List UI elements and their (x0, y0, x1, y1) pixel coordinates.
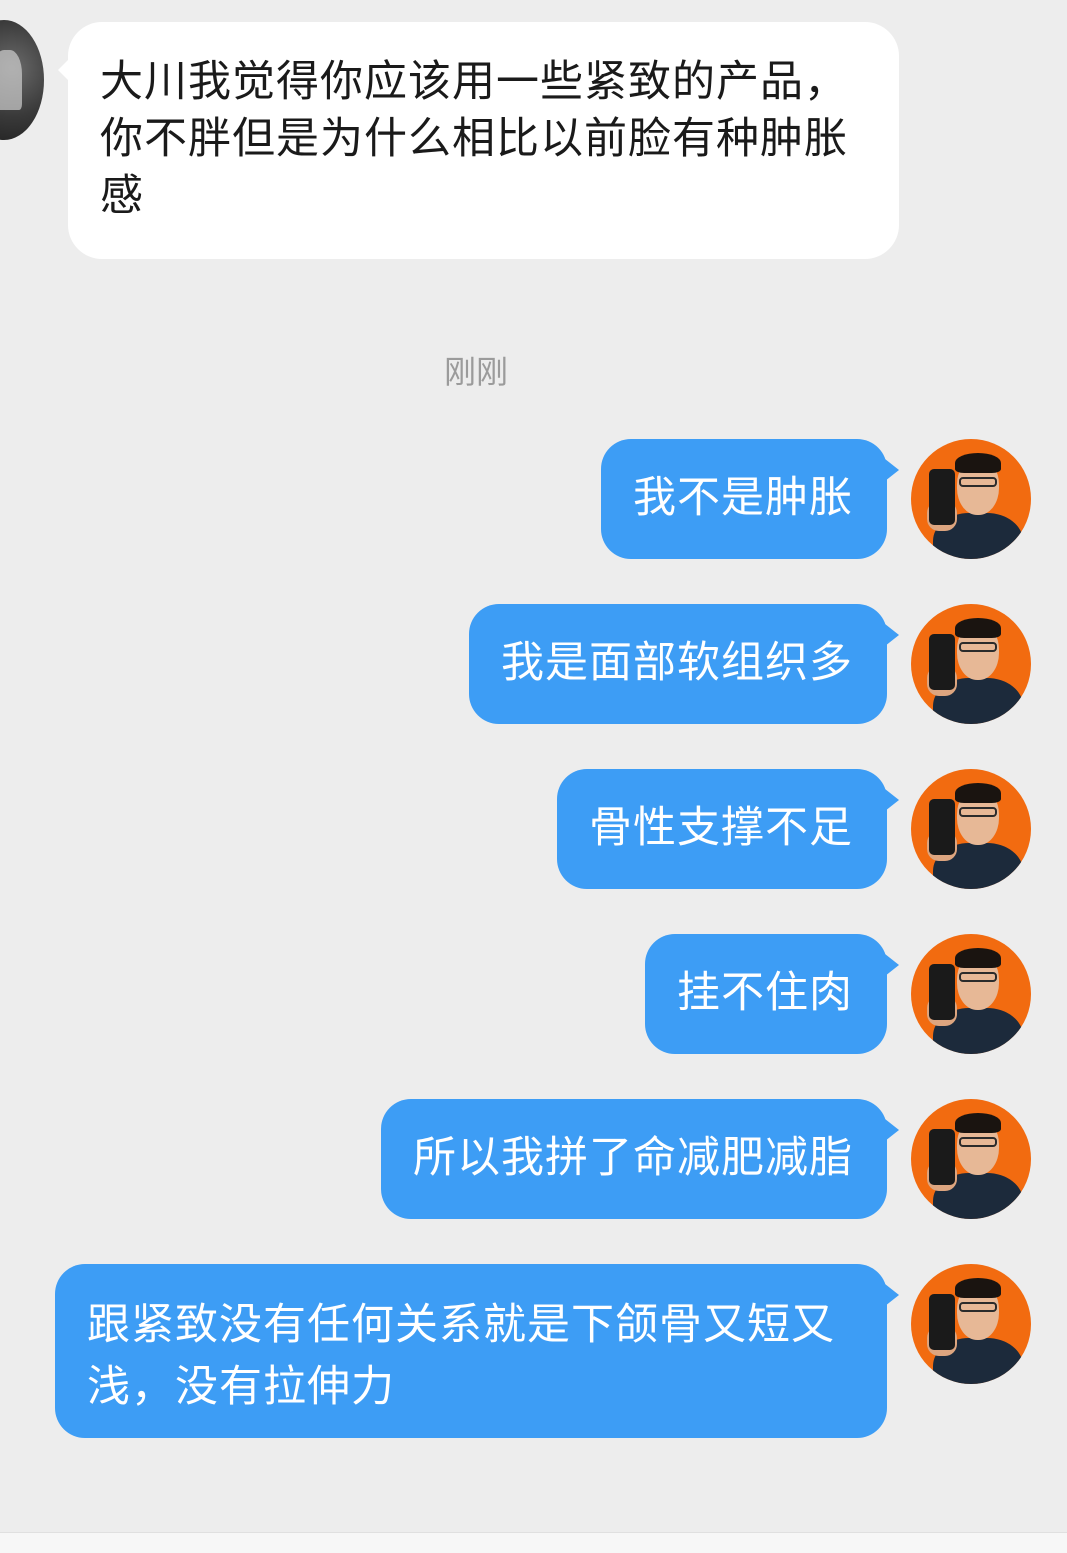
bottom-bar (0, 1532, 1067, 1553)
avatar-phone (929, 1294, 955, 1350)
outgoing-avatar[interactable] (911, 439, 1031, 559)
message-timestamp: 刚刚 (443, 353, 508, 391)
outgoing-avatar[interactable] (911, 934, 1031, 1054)
avatar-hair (955, 1113, 1001, 1133)
avatar-glasses (959, 1137, 997, 1147)
avatar-silhouette (0, 50, 22, 110)
outgoing-message-bubble[interactable]: 挂不住肉 (645, 934, 899, 1054)
outgoing-message-bubble[interactable]: 所以我拼了命减肥减脂 (381, 1099, 899, 1219)
outgoing-message-text: 跟紧致没有任何关系就是下颌骨又短又浅，没有拉伸力 (87, 1300, 835, 1412)
outgoing-message-text: 我不是肿胀 (633, 473, 853, 523)
incoming-message-bubble[interactable]: 大川我觉得你应该用一些紧致的产品，你不胖但是为什么相比以前脸有种肿胀感 (58, 22, 899, 259)
outgoing-message-text: 所以我拼了命减肥减脂 (413, 1133, 853, 1183)
outgoing-avatar[interactable] (911, 1264, 1031, 1384)
avatar-glasses (959, 477, 997, 487)
avatar-hair (955, 618, 1001, 638)
avatar-phone (929, 799, 955, 855)
avatar-phone (929, 634, 955, 690)
outgoing-message-text: 骨性支撑不足 (589, 803, 853, 853)
avatar-phone (929, 964, 955, 1020)
outgoing-message-bubble[interactable]: 骨性支撑不足 (557, 769, 899, 889)
outgoing-message-bubble[interactable]: 我不是肿胀 (601, 439, 899, 559)
avatar-hair (955, 453, 1001, 473)
outgoing-message-text: 挂不住肉 (677, 968, 853, 1018)
outgoing-avatar[interactable] (911, 604, 1031, 724)
avatar-glasses (959, 642, 997, 652)
outgoing-message-text: 我是面部软组织多 (501, 638, 853, 688)
chat-window: 大川我觉得你应该用一些紧致的产品，你不胖但是为什么相比以前脸有种肿胀感 刚刚 我… (0, 0, 1067, 1553)
outgoing-avatar[interactable] (911, 769, 1031, 889)
incoming-message-text: 大川我觉得你应该用一些紧致的产品，你不胖但是为什么相比以前脸有种肿胀感 (100, 57, 848, 221)
avatar-glasses (959, 807, 997, 817)
avatar-phone (929, 1129, 955, 1185)
outgoing-message-bubble[interactable]: 我是面部软组织多 (469, 604, 899, 724)
avatar-hair (955, 948, 1001, 968)
outgoing-avatar[interactable] (911, 1099, 1031, 1219)
incoming-avatar[interactable] (0, 20, 44, 140)
avatar-hair (955, 1278, 1001, 1298)
avatar-phone (929, 469, 955, 525)
avatar-glasses (959, 1302, 997, 1312)
avatar-glasses (959, 972, 997, 982)
outgoing-message-bubble[interactable]: 跟紧致没有任何关系就是下颌骨又短又浅，没有拉伸力 (55, 1264, 899, 1438)
avatar-hair (955, 783, 1001, 803)
